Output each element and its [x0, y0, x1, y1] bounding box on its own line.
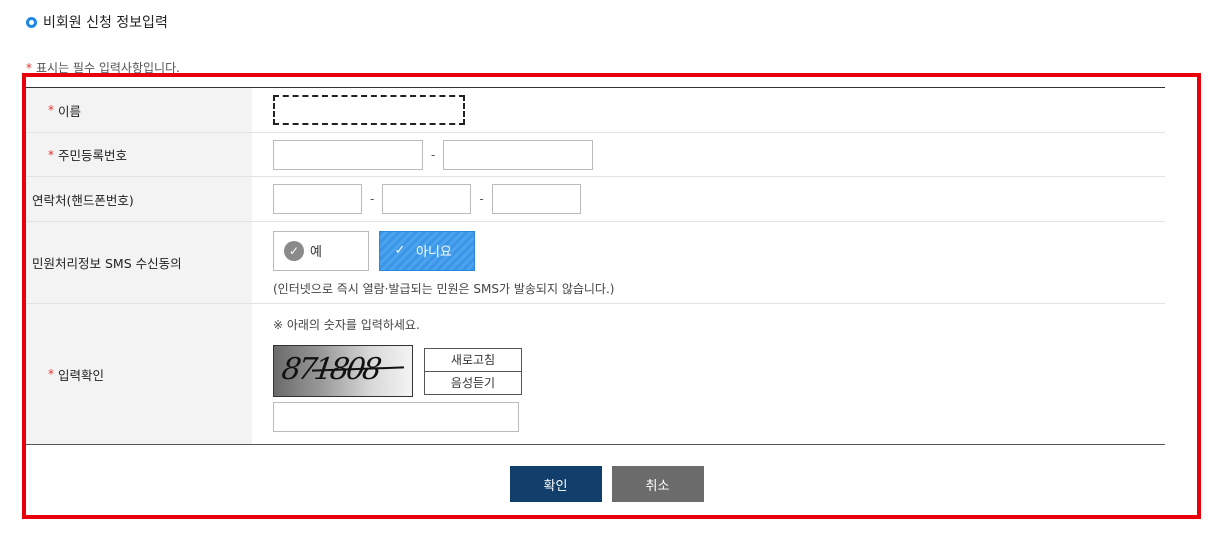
sms-consent-options: ✓ 예 ✓ 아니요: [273, 230, 1165, 271]
row-captcha: * 입력확인 ※ 아래의 숫자를 입력하세요. 871808 새로고침 음성듣기: [26, 304, 1165, 444]
resident-number-front-input[interactable]: [273, 139, 423, 170]
captcha-label: * 입력확인: [26, 304, 252, 444]
check-icon: ✓: [394, 243, 406, 258]
resident-number-separator: -: [431, 147, 436, 162]
captcha-label-text: 입력확인: [58, 367, 105, 383]
phone-label: 연락처(핸드폰번호): [26, 177, 252, 221]
form-actions: 확인 취소: [0, 466, 1213, 502]
phone-part1-input[interactable]: [273, 184, 362, 214]
required-star-icon: *: [48, 147, 54, 162]
section-title-text: 비회원 신청 정보입력: [43, 15, 168, 31]
confirm-button[interactable]: 확인: [509, 466, 602, 502]
applicant-form: * 이름 * 주민등록번호 - 연락처(핸드폰번호) - - 민원처리정보 SM…: [26, 87, 1165, 445]
captcha-input[interactable]: [273, 402, 519, 432]
sms-consent-yes-option[interactable]: ✓ 예: [273, 230, 369, 271]
sms-consent-label: 민원처리정보 SMS 수신동의: [26, 222, 252, 303]
row-phone: 연락처(핸드폰번호) - -: [26, 177, 1165, 222]
captcha-image: 871808: [273, 345, 413, 397]
sms-consent-yes-label: 예: [310, 245, 322, 260]
phone-part2-input[interactable]: [382, 184, 472, 214]
required-star-icon: *: [48, 367, 54, 381]
row-sms-consent: 민원처리정보 SMS 수신동의 ✓ 예 ✓ 아니요 (인터넷으로 즉시 열람·발…: [26, 222, 1165, 304]
check-icon: ✓: [284, 240, 304, 261]
row-name: * 이름: [26, 88, 1165, 133]
phone-part3-input[interactable]: [491, 184, 581, 214]
phone-label-text: 연락처(핸드폰번호): [32, 192, 134, 208]
name-label: * 이름: [26, 88, 252, 132]
resident-number-label-text: 주민등록번호: [58, 148, 128, 163]
sms-consent-no-option[interactable]: ✓ 아니요: [379, 230, 475, 271]
sms-consent-label-text: 민원처리정보 SMS 수신동의: [32, 256, 182, 271]
required-star-icon: *: [48, 103, 54, 117]
name-label-text: 이름: [58, 103, 82, 119]
sms-consent-no-label: 아니요: [416, 245, 452, 260]
captcha-instruction: ※ 아래의 숫자를 입력하세요.: [273, 318, 420, 332]
captcha-refresh-button[interactable]: 새로고침: [424, 347, 522, 372]
resident-number-field-cell: -: [252, 133, 1165, 176]
phone-separator-2: -: [479, 192, 484, 206]
row-resident-number: * 주민등록번호 -: [26, 133, 1165, 177]
resident-number-label: * 주민등록번호: [26, 133, 252, 176]
name-input[interactable]: [273, 95, 465, 125]
section-title: 비회원 신청 정보입력: [26, 12, 168, 32]
phone-field-cell: - -: [252, 177, 1165, 221]
resident-number-back-input[interactable]: [443, 139, 594, 170]
phone-separator-1: -: [370, 192, 375, 206]
sms-consent-field-cell: ✓ 예 ✓ 아니요 (인터넷으로 즉시 열람·발급되는 민원은 SMS가 발송되…: [252, 222, 1165, 303]
cancel-button[interactable]: 취소: [611, 466, 704, 502]
circle-bullet-icon: [26, 16, 37, 28]
captcha-audio-button[interactable]: 음성듣기: [424, 370, 522, 395]
sms-consent-note: (인터넷으로 즉시 열람·발급되는 민원은 SMS가 발송되지 않습니다.): [273, 281, 615, 296]
name-field-cell: [252, 88, 1165, 132]
captcha-field-cell: ※ 아래의 숫자를 입력하세요. 871808 새로고침 음성듣기: [252, 304, 1165, 444]
